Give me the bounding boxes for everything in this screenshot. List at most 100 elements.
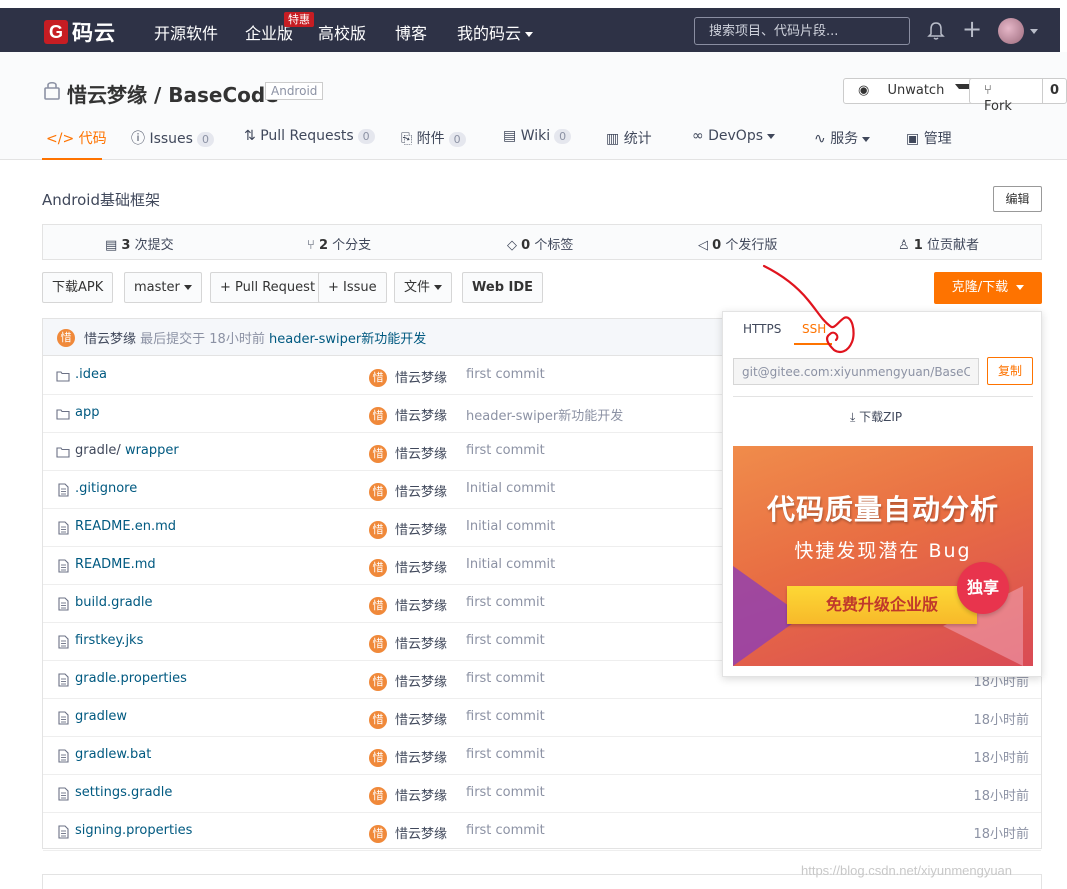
nav-blog[interactable]: 博客 bbox=[395, 20, 427, 44]
file-name-link[interactable]: app bbox=[75, 405, 99, 420]
promo-banner[interactable]: 代码质量自动分析 快捷发现潜在 Bug 免费升级企业版 独享 bbox=[733, 446, 1033, 666]
web-ide-button[interactable]: Web IDE bbox=[462, 272, 544, 303]
tab-issues[interactable]: ⓘ Issues 0 bbox=[131, 128, 214, 148]
avatar[interactable]: 惜 bbox=[369, 521, 387, 539]
commit-author[interactable]: 惜云梦缘 bbox=[395, 519, 447, 538]
commit-message[interactable]: first commit bbox=[466, 367, 545, 382]
user-avatar[interactable] bbox=[998, 18, 1024, 44]
commit-message[interactable]: first commit bbox=[466, 633, 545, 648]
commit-message[interactable]: first commit bbox=[466, 823, 545, 838]
tab-ssh[interactable]: SSH bbox=[802, 322, 826, 336]
tab-stats[interactable]: ▥ 统计 bbox=[606, 128, 652, 148]
file-name-link[interactable]: gradlew.bat bbox=[75, 747, 151, 762]
watch-button[interactable]: ◉ Unwatch bbox=[844, 79, 984, 103]
tab-wiki[interactable]: ▤ Wiki 0 bbox=[503, 128, 572, 144]
table-row[interactable]: settings.gradle 惜惜云梦缘 first commit 18小时前 bbox=[43, 775, 1041, 813]
stat-branches[interactable]: ⑂ 2 个分支 bbox=[307, 234, 371, 253]
commit-author[interactable]: 惜云梦缘 bbox=[395, 557, 447, 576]
commit-message[interactable]: Initial commit bbox=[466, 481, 555, 496]
file-name-link[interactable]: signing.properties bbox=[75, 823, 192, 838]
stat-tags[interactable]: ◇ 0 个标签 bbox=[507, 234, 573, 253]
commit-message[interactable]: first commit bbox=[466, 443, 545, 458]
stat-releases[interactable]: ◁ 0 个发行版 bbox=[698, 234, 777, 253]
commit-message[interactable]: Initial commit bbox=[466, 519, 555, 534]
logo[interactable]: G 码云 bbox=[44, 17, 116, 47]
commit-author[interactable]: 惜云梦缘 bbox=[395, 785, 447, 804]
avatar[interactable]: 惜 bbox=[369, 559, 387, 577]
commit-author[interactable]: 惜云梦缘 bbox=[395, 823, 447, 842]
new-issue-button[interactable]: + Issue bbox=[318, 272, 387, 303]
commit-author[interactable]: 惜云梦缘 bbox=[395, 367, 447, 386]
copy-button[interactable]: 复制 bbox=[987, 357, 1033, 385]
commit-author[interactable]: 惜云梦缘 bbox=[395, 709, 447, 728]
avatar[interactable]: 惜 bbox=[369, 787, 387, 805]
upgrade-enterprise-button[interactable]: 免费升级企业版 bbox=[787, 586, 977, 624]
download-zip-link[interactable]: ⤓ 下载ZIP bbox=[850, 408, 902, 425]
nav-university[interactable]: 高校版 bbox=[318, 20, 366, 44]
stat-commits[interactable]: ▤ 3 次提交 bbox=[105, 234, 174, 253]
new-pull-request-button[interactable]: + Pull Request bbox=[210, 272, 326, 303]
file-menu-button[interactable]: 文件 bbox=[394, 272, 453, 303]
commit-author[interactable]: 惜云梦缘 bbox=[395, 443, 447, 462]
commit-author[interactable]: 惜云梦缘 bbox=[395, 747, 447, 766]
tab-code[interactable]: </> 代码 bbox=[46, 128, 107, 148]
tab-attachments[interactable]: ⎘ 附件 0 bbox=[401, 128, 466, 148]
branch-select[interactable]: master bbox=[124, 272, 202, 303]
commit-author[interactable]: 惜云梦缘 bbox=[395, 595, 447, 614]
nav-open-source[interactable]: 开源软件 bbox=[154, 20, 218, 44]
file-name-link[interactable]: .idea bbox=[75, 367, 107, 382]
commit-message[interactable]: first commit bbox=[466, 747, 545, 762]
file-name-link[interactable]: gradle/ wrapper bbox=[75, 443, 179, 458]
file-name-link[interactable]: .gitignore bbox=[75, 481, 137, 496]
file-name-link[interactable]: firstkey.jks bbox=[75, 633, 143, 648]
stat-contributors[interactable]: ♙ 1 位贡献者 bbox=[898, 234, 979, 253]
commit-message[interactable]: first commit bbox=[466, 785, 545, 800]
bell-icon[interactable] bbox=[927, 21, 945, 41]
commit-message[interactable]: first commit bbox=[466, 595, 545, 610]
file-name-link[interactable]: gradle.properties bbox=[75, 671, 187, 686]
commit-author[interactable]: 惜云梦缘 bbox=[395, 405, 447, 424]
clone-url-input[interactable] bbox=[733, 358, 979, 385]
search-input[interactable] bbox=[694, 17, 910, 45]
avatar[interactable]: 惜 bbox=[369, 825, 387, 843]
avatar[interactable]: 惜 bbox=[369, 369, 387, 387]
file-name-link[interactable]: README.md bbox=[75, 557, 156, 572]
chevron-down-icon[interactable] bbox=[1030, 29, 1038, 34]
plus-icon[interactable]: + bbox=[962, 17, 982, 41]
commit-message[interactable]: first commit bbox=[466, 671, 545, 686]
last-commit-message[interactable]: header-swiper新功能开发 bbox=[269, 332, 426, 347]
avatar[interactable]: 惜 bbox=[57, 329, 75, 347]
commit-message[interactable]: Initial commit bbox=[466, 557, 555, 572]
commit-author[interactable]: 惜云梦缘 bbox=[395, 671, 447, 690]
file-name-link[interactable]: gradlew bbox=[75, 709, 127, 724]
avatar[interactable]: 惜 bbox=[369, 673, 387, 691]
table-row[interactable]: signing.properties 惜惜云梦缘 first commit 18小时前 bbox=[43, 813, 1041, 851]
commit-author[interactable]: 惜云梦缘 bbox=[395, 481, 447, 500]
file-name-link[interactable]: build.gradle bbox=[75, 595, 153, 610]
avatar[interactable]: 惜 bbox=[369, 711, 387, 729]
avatar[interactable]: 惜 bbox=[369, 749, 387, 767]
tab-manage[interactable]: ▣ 管理 bbox=[906, 128, 952, 148]
avatar[interactable]: 惜 bbox=[369, 445, 387, 463]
commit-message[interactable]: first commit bbox=[466, 709, 545, 724]
avatar[interactable]: 惜 bbox=[369, 635, 387, 653]
commit-author[interactable]: 惜云梦缘 bbox=[395, 633, 447, 652]
last-commit-author[interactable]: 惜云梦缘 bbox=[84, 332, 136, 347]
edit-description-button[interactable]: 编辑 bbox=[993, 186, 1042, 212]
tab-devops[interactable]: ∞ DevOps bbox=[692, 128, 776, 144]
file-name-link[interactable]: README.en.md bbox=[75, 519, 176, 534]
repo-title[interactable]: 惜云梦缘 / BaseCode bbox=[67, 79, 279, 108]
nav-my-gitee[interactable]: 我的码云 bbox=[457, 20, 534, 44]
file-name-link[interactable]: settings.gradle bbox=[75, 785, 172, 800]
avatar[interactable]: 惜 bbox=[369, 597, 387, 615]
clone-download-button[interactable]: 克隆/下载 bbox=[934, 272, 1042, 304]
avatar[interactable]: 惜 bbox=[369, 483, 387, 501]
commit-message[interactable]: header-swiper新功能开发 bbox=[466, 405, 623, 424]
download-apk-button[interactable]: 下载APK bbox=[42, 272, 114, 303]
avatar[interactable]: 惜 bbox=[369, 407, 387, 425]
fork-count[interactable]: 0 bbox=[1041, 79, 1066, 103]
table-row[interactable]: gradlew 惜惜云梦缘 first commit 18小时前 bbox=[43, 699, 1041, 737]
tab-pull-requests[interactable]: ⇅ Pull Requests 0 bbox=[244, 128, 375, 144]
fork-button[interactable]: ⑂ Fork bbox=[970, 79, 1042, 114]
table-row[interactable]: gradlew.bat 惜惜云梦缘 first commit 18小时前 bbox=[43, 737, 1041, 775]
